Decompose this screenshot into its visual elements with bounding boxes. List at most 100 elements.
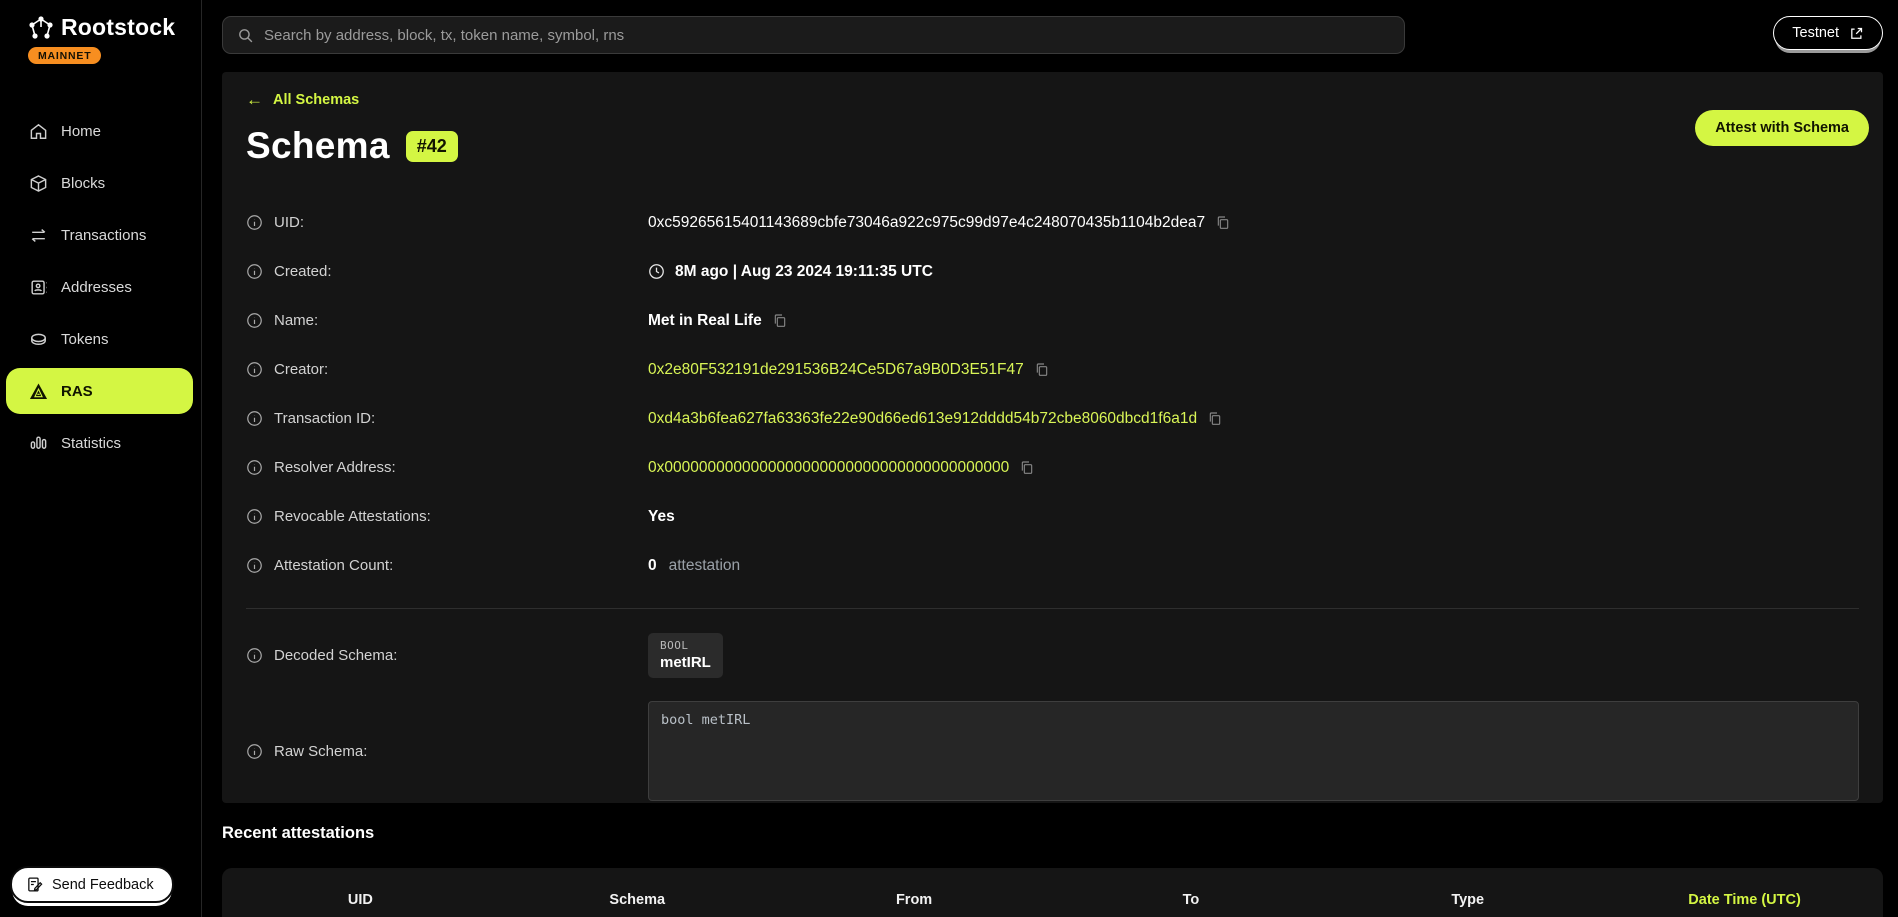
attestations-table: UID Schema From To Type Date Time (UTC): [222, 868, 1883, 917]
detail-label: Name:: [274, 312, 318, 329]
topbar: Testnet: [202, 0, 1898, 72]
schema-id-badge: #42: [406, 131, 458, 162]
detail-row-uid: UID: 0xc59265615401143689cbfe73046a922c9…: [246, 198, 1859, 247]
info-icon: [246, 743, 263, 760]
info-icon: [246, 459, 263, 476]
info-icon: [246, 508, 263, 525]
app-root: Rootstock MAINNET Home Blocks: [0, 0, 1898, 917]
sidebar-item-label: Home: [61, 123, 101, 140]
uid-value: 0xc59265615401143689cbfe73046a922c975c99…: [648, 214, 1205, 232]
blocks-icon: [28, 173, 48, 193]
copy-icon[interactable]: [772, 312, 788, 330]
detail-row-resolver-address: Resolver Address: 0x00000000000000000000…: [246, 443, 1859, 492]
all-schemas-back-link[interactable]: ← All Schemas: [246, 90, 359, 110]
sidebar-item-addresses[interactable]: Addresses: [0, 264, 193, 310]
copy-icon[interactable]: [1215, 214, 1231, 232]
sidebar-item-transactions[interactable]: Transactions: [0, 212, 193, 258]
page-title: Schema: [246, 125, 390, 167]
statistics-icon: [28, 433, 48, 453]
sidebar-item-ras[interactable]: RAS: [6, 368, 193, 414]
detail-row-name: Name: Met in Real Life: [246, 296, 1859, 345]
detail-label: UID:: [274, 214, 304, 231]
info-icon: [246, 410, 263, 427]
sidebar-item-tokens[interactable]: Tokens: [0, 316, 193, 362]
schema-field-chip: BOOL metIRL: [648, 633, 723, 678]
sidebar-item-label: Blocks: [61, 175, 105, 192]
copy-icon[interactable]: [1019, 459, 1035, 477]
send-feedback-button[interactable]: Send Feedback: [10, 866, 174, 903]
column-header-uid[interactable]: UID: [222, 892, 499, 908]
back-arrow-icon: ←: [246, 90, 263, 110]
sidebar-item-label: Transactions: [61, 227, 146, 244]
search-icon: [237, 27, 254, 44]
info-icon: [246, 312, 263, 329]
sidebar-item-label: Statistics: [61, 435, 121, 452]
detail-row-creator: Creator: 0x2e80F532191de291536B24Ce5D67a…: [246, 345, 1859, 394]
detail-label: Revocable Attestations:: [274, 508, 431, 525]
search-box[interactable]: [222, 16, 1405, 54]
copy-icon[interactable]: [1207, 410, 1223, 428]
detail-row-attestation-count: Attestation Count: 0 attestation: [246, 541, 1859, 590]
sidebar: Rootstock MAINNET Home Blocks: [0, 0, 202, 917]
column-header-type[interactable]: Type: [1329, 892, 1606, 908]
detail-label: Raw Schema:: [274, 743, 367, 760]
transaction-id-link[interactable]: 0xd4a3b6fea627fa63363fe22e90d66ed613e912…: [648, 410, 1197, 428]
network-badge: MAINNET: [28, 47, 101, 64]
detail-row-created: Created: 8M ago | Aug 23 2024 19:11:35 U…: [246, 247, 1859, 296]
info-icon: [246, 361, 263, 378]
brand-name: Rootstock: [61, 14, 175, 41]
column-header-datetime[interactable]: Date Time (UTC): [1606, 892, 1883, 908]
rootstock-logo-icon: [28, 15, 54, 41]
detail-label: Attestation Count:: [274, 557, 393, 574]
sidebar-item-label: Addresses: [61, 279, 132, 296]
detail-row-raw-schema: Raw Schema: bool metIRL: [246, 701, 1859, 801]
schema-detail-panel: ← All Schemas Schema #42 Attest with Sch…: [222, 72, 1883, 803]
schema-field-name: metIRL: [660, 654, 711, 671]
external-link-icon: [1849, 26, 1864, 41]
detail-label: Creator:: [274, 361, 328, 378]
sidebar-nav: Home Blocks Transactions Addresses: [0, 108, 201, 466]
feedback-icon: [26, 876, 43, 893]
detail-rows: UID: 0xc59265615401143689cbfe73046a922c9…: [246, 198, 1859, 801]
addresses-icon: [28, 277, 48, 297]
search-input[interactable]: [264, 27, 1390, 44]
sidebar-item-statistics[interactable]: Statistics: [0, 420, 193, 466]
schema-name-value: Met in Real Life: [648, 312, 762, 330]
attestations-table-header: UID Schema From To Type Date Time (UTC): [222, 868, 1883, 908]
column-header-from[interactable]: From: [776, 892, 1053, 908]
sidebar-item-home[interactable]: Home: [0, 108, 193, 154]
attestation-count-link[interactable]: attestation: [669, 557, 741, 575]
sidebar-item-label: RAS: [61, 383, 93, 400]
detail-label: Decoded Schema:: [274, 647, 397, 664]
recent-attestations-title: Recent attestations: [222, 824, 374, 843]
attestation-count-value: 0: [648, 557, 657, 575]
column-header-schema[interactable]: Schema: [499, 892, 776, 908]
detail-label: Created:: [274, 263, 332, 280]
detail-row-transaction-id: Transaction ID: 0xd4a3b6fea627fa63363fe2…: [246, 394, 1859, 443]
info-icon: [246, 214, 263, 231]
testnet-switch-button[interactable]: Testnet: [1773, 16, 1883, 50]
column-header-to[interactable]: To: [1052, 892, 1329, 908]
brand-block[interactable]: Rootstock MAINNET: [0, 0, 201, 64]
attest-with-schema-button[interactable]: Attest with Schema: [1695, 110, 1869, 146]
resolver-address-link[interactable]: 0x00000000000000000000000000000000000000…: [648, 459, 1009, 477]
detail-row-decoded-schema: Decoded Schema: BOOL metIRL: [246, 623, 1859, 687]
detail-label: Transaction ID:: [274, 410, 375, 427]
raw-schema-textarea[interactable]: bool metIRL: [648, 701, 1859, 801]
testnet-label: Testnet: [1792, 25, 1839, 41]
copy-icon[interactable]: [1034, 361, 1050, 379]
creator-address-link[interactable]: 0x2e80F532191de291536B24Ce5D67a9B0D3E51F…: [648, 361, 1024, 379]
transactions-icon: [28, 225, 48, 245]
detail-row-revocable: Revocable Attestations: Yes: [246, 492, 1859, 541]
schema-field-type: BOOL: [660, 639, 711, 652]
info-icon: [246, 557, 263, 574]
tokens-icon: [28, 329, 48, 349]
sidebar-item-label: Tokens: [61, 331, 109, 348]
info-icon: [246, 647, 263, 664]
sidebar-item-blocks[interactable]: Blocks: [0, 160, 193, 206]
title-row: Schema #42: [246, 120, 1859, 172]
ras-icon: [28, 381, 48, 401]
created-value: 8M ago | Aug 23 2024 19:11:35 UTC: [675, 263, 933, 281]
detail-label: Resolver Address:: [274, 459, 396, 476]
section-divider: [246, 608, 1859, 609]
